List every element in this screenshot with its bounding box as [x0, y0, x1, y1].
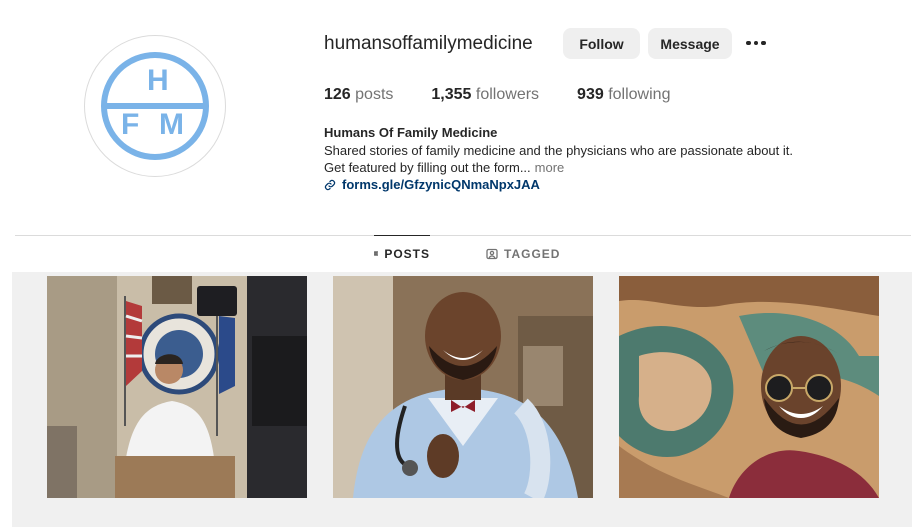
following-count-label: following: [608, 86, 671, 103]
followers-count-label: followers: [475, 86, 540, 103]
bio-line-2-text: Get featured by filling out the form...: [324, 160, 531, 175]
post-thumbnail[interactable]: [333, 276, 593, 498]
following-count[interactable]: 939 following: [577, 86, 670, 104]
dot: [753, 40, 759, 46]
post-thumbnail[interactable]: [47, 276, 307, 498]
logo-letter-h: H: [147, 64, 169, 97]
posts-count-value: 126: [324, 86, 351, 103]
profile-stats: 126 posts 1,355 followers 939 following: [324, 86, 708, 104]
bio-line-2: Get featured by filling out the form... m…: [324, 160, 564, 175]
profile-full-name: Humans Of Family Medicine: [324, 125, 498, 140]
logo-letter-f: F: [121, 108, 140, 141]
profile-username: humansoffamilymedicine: [324, 33, 533, 54]
tab-posts-label: POSTS: [384, 246, 430, 261]
tab-tagged-label: TAGGED: [504, 247, 561, 261]
profile-link[interactable]: forms.gle/GfzynicQNmaNpxJAA: [324, 177, 540, 192]
message-button[interactable]: Message: [648, 28, 732, 59]
tab-posts[interactable]: POSTS: [374, 235, 430, 271]
podium-photo: [47, 276, 307, 498]
profile-link-text: forms.gle/GfzynicQNmaNpxJAA: [342, 177, 540, 192]
grid-icon: [374, 251, 379, 256]
post-thumbnail[interactable]: [619, 276, 879, 498]
dot: [761, 40, 766, 46]
follow-button[interactable]: Follow: [563, 28, 640, 59]
profile-avatar[interactable]: H F M: [84, 35, 226, 177]
doctor-photo: [333, 276, 593, 498]
tab-tagged[interactable]: TAGGED: [486, 236, 560, 272]
ellipsis-icon[interactable]: [744, 31, 768, 55]
bio-more-link[interactable]: more: [535, 160, 565, 175]
tabs-divider: [15, 235, 911, 236]
bio-line-1: Shared stories of family medicine and th…: [324, 143, 793, 158]
canyon-photo: [619, 276, 879, 498]
followers-count[interactable]: 1,355 followers: [431, 86, 539, 104]
hfm-logo: H F M: [101, 52, 209, 160]
posts-count-label: posts: [355, 86, 394, 103]
following-count-value: 939: [577, 86, 604, 103]
followers-count-value: 1,355: [431, 86, 472, 103]
tagged-icon: [486, 248, 498, 260]
dot: [746, 40, 751, 46]
posts-count: 126 posts: [324, 86, 393, 104]
logo-letter-m: M: [159, 108, 184, 141]
link-icon: [324, 179, 336, 190]
